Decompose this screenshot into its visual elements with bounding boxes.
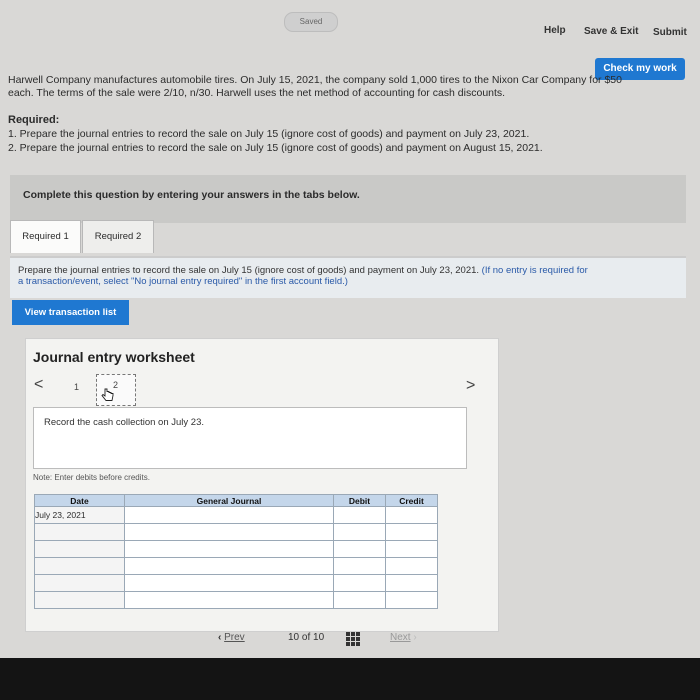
table-row [34, 523, 438, 541]
date-cell [34, 540, 125, 558]
credit-input[interactable] [385, 557, 438, 575]
debit-input[interactable] [333, 523, 386, 541]
instructions-hint-1: (If no entry is required for [481, 265, 588, 276]
submit-link[interactable]: Submit [653, 27, 687, 38]
col-debit-header: Debit [333, 494, 386, 507]
general-journal-input[interactable] [124, 557, 334, 575]
general-journal-input[interactable] [124, 574, 334, 592]
prev-button[interactable]: ‹ Prev [218, 632, 245, 643]
col-date-header: Date [34, 494, 125, 507]
page-counter: 10 of 10 [288, 632, 324, 643]
instructions-hint-2: a transaction/event, select "No journal … [18, 276, 348, 287]
col-credit-header: Credit [385, 494, 438, 507]
worksheet-title: Journal entry worksheet [33, 349, 195, 365]
saved-status-badge: Saved [284, 12, 338, 32]
next-button[interactable]: Next › [390, 632, 417, 643]
instructions-text: Prepare the journal entries to record th… [18, 265, 683, 287]
page-1-button[interactable]: 1 [74, 382, 79, 392]
col-general-journal-header: General Journal [124, 494, 334, 507]
debit-input[interactable] [333, 540, 386, 558]
page-total: 10 [313, 632, 325, 643]
table-row: July 23, 2021 [34, 506, 438, 524]
problem-intro: Harwell Company manufactures automobile … [8, 74, 688, 100]
date-cell [34, 557, 125, 575]
intro-line-2: each. The terms of the sale were 2/10, n… [8, 87, 506, 99]
table-row [34, 540, 438, 558]
debit-input[interactable] [333, 574, 386, 592]
general-journal-input[interactable] [124, 591, 334, 609]
general-journal-input[interactable] [124, 523, 334, 541]
complete-question-banner: Complete this question by entering your … [10, 175, 686, 223]
credit-input[interactable] [385, 591, 438, 609]
debits-note: Note: Enter debits before credits. [33, 473, 150, 482]
debit-input[interactable] [333, 506, 386, 524]
general-journal-input[interactable] [124, 506, 334, 524]
chevron-left-icon: ‹ [218, 632, 222, 643]
credit-input[interactable] [385, 540, 438, 558]
date-cell [34, 574, 125, 592]
instructions-box: Prepare the journal entries to record th… [10, 256, 686, 298]
screen-bezel [0, 658, 700, 700]
credit-input[interactable] [385, 574, 438, 592]
table-row [34, 591, 438, 609]
page-current: 10 [288, 632, 300, 643]
general-journal-input[interactable] [124, 540, 334, 558]
hand-cursor-icon [101, 388, 114, 401]
journal-table: Date General Journal Debit Credit July 2… [34, 494, 438, 609]
credit-input[interactable] [385, 506, 438, 524]
required-item-2: 2. Prepare the journal entries to record… [8, 142, 543, 154]
chevron-left-icon[interactable]: < [34, 376, 43, 394]
prev-label: Prev [224, 632, 245, 643]
tab-required-1[interactable]: Required 1 [10, 220, 81, 253]
chevron-right-icon: › [413, 632, 417, 643]
chevron-right-icon[interactable]: > [466, 377, 475, 395]
required-title: Required: [8, 114, 60, 126]
complete-prompt-text: Complete this question by entering your … [23, 189, 360, 201]
journal-entry-worksheet: Journal entry worksheet < 1 2 > Record t… [25, 338, 499, 632]
date-cell [34, 523, 125, 541]
credit-input[interactable] [385, 523, 438, 541]
record-description-text: Record the cash collection on July 23. [44, 417, 205, 428]
grid-icon[interactable] [346, 632, 360, 646]
instructions-main: Prepare the journal entries to record th… [18, 265, 480, 276]
date-cell: July 23, 2021 [34, 506, 125, 524]
debit-input[interactable] [333, 557, 386, 575]
tab-required-2[interactable]: Required 2 [82, 220, 154, 253]
debit-input[interactable] [333, 591, 386, 609]
page-of: of [301, 632, 311, 643]
date-cell [34, 591, 125, 609]
record-description-box: Record the cash collection on July 23. [33, 407, 467, 469]
intro-line-1: Harwell Company manufactures automobile … [8, 74, 622, 86]
required-item-1: 1. Prepare the journal entries to record… [8, 128, 530, 140]
table-row [34, 574, 438, 592]
view-transaction-list-button[interactable]: View transaction list [12, 300, 129, 325]
next-label: Next [390, 632, 411, 643]
table-row [34, 557, 438, 575]
page-2-button[interactable]: 2 [96, 374, 136, 406]
help-link[interactable]: Help [544, 25, 566, 36]
save-exit-link[interactable]: Save & Exit [584, 26, 638, 37]
